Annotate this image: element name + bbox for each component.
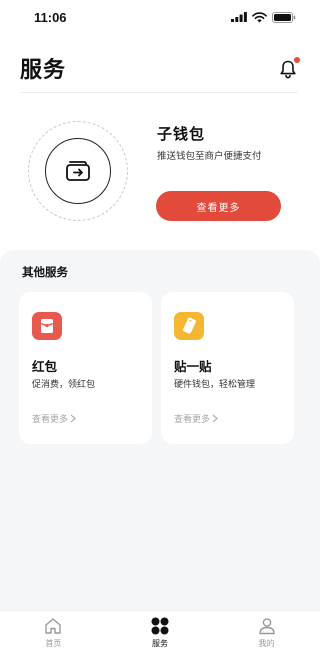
- status-time: 11:06: [34, 9, 67, 25]
- view-more-button[interactable]: 查看更多: [156, 191, 281, 221]
- other-services-panel: 其他服务 红包 促消费，领红包 查看更多 贴一贴 硬件钱包，轻松管理 查看更多: [0, 250, 320, 610]
- notification-badge: [294, 57, 300, 63]
- other-services-title: 其他服务: [22, 265, 68, 279]
- tab-label: 首页: [45, 639, 62, 648]
- card-view-more-label: 查看更多: [174, 415, 211, 425]
- notification-button[interactable]: [278, 57, 300, 79]
- card-title: 贴一贴: [174, 359, 212, 374]
- wallet-export-icon: [66, 161, 90, 181]
- tab-profile[interactable]: 我的: [237, 616, 297, 649]
- red-envelope-card[interactable]: 红包 促消费，领红包 查看更多: [19, 292, 152, 444]
- wallet-title: 子钱包: [157, 125, 206, 143]
- wallet-icon-circle: [45, 138, 111, 204]
- services-icon: [151, 617, 169, 635]
- card-view-more-label: 查看更多: [32, 415, 69, 425]
- tab-home[interactable]: 首页: [23, 616, 83, 649]
- signal-icon: [231, 12, 247, 22]
- header: 服务: [0, 44, 320, 92]
- tab-label: 我的: [258, 639, 275, 648]
- card-description: 促消费，领红包: [32, 380, 96, 390]
- tab-label: 服务: [151, 639, 168, 648]
- card-view-more[interactable]: 查看更多: [174, 412, 218, 425]
- tab-bar: 首页 服务 我的: [0, 610, 320, 654]
- wallet-description: 推送钱包至商户便捷支付: [157, 151, 262, 162]
- home-icon: [45, 618, 62, 634]
- sub-wallet-section: 子钱包 推送钱包至商户便捷支付 查看更多: [0, 93, 320, 243]
- card-view-more[interactable]: 查看更多: [32, 412, 76, 425]
- chevron-right-icon: [212, 414, 218, 423]
- tap-card[interactable]: 贴一贴 硬件钱包，轻松管理 查看更多: [161, 292, 294, 444]
- card-title: 红包: [32, 359, 58, 374]
- tab-services[interactable]: 服务: [130, 616, 190, 649]
- status-bar: 11:06: [0, 0, 320, 34]
- status-icons: [231, 11, 296, 23]
- red-envelope-icon: [32, 312, 62, 340]
- card-description: 硬件钱包，轻松管理: [174, 380, 256, 390]
- hardware-wallet-icon: [174, 312, 204, 340]
- page-title: 服务: [20, 58, 67, 83]
- wifi-icon: [252, 11, 267, 22]
- chevron-right-icon: [70, 414, 76, 423]
- profile-icon: [258, 618, 275, 635]
- battery-icon: [272, 11, 296, 23]
